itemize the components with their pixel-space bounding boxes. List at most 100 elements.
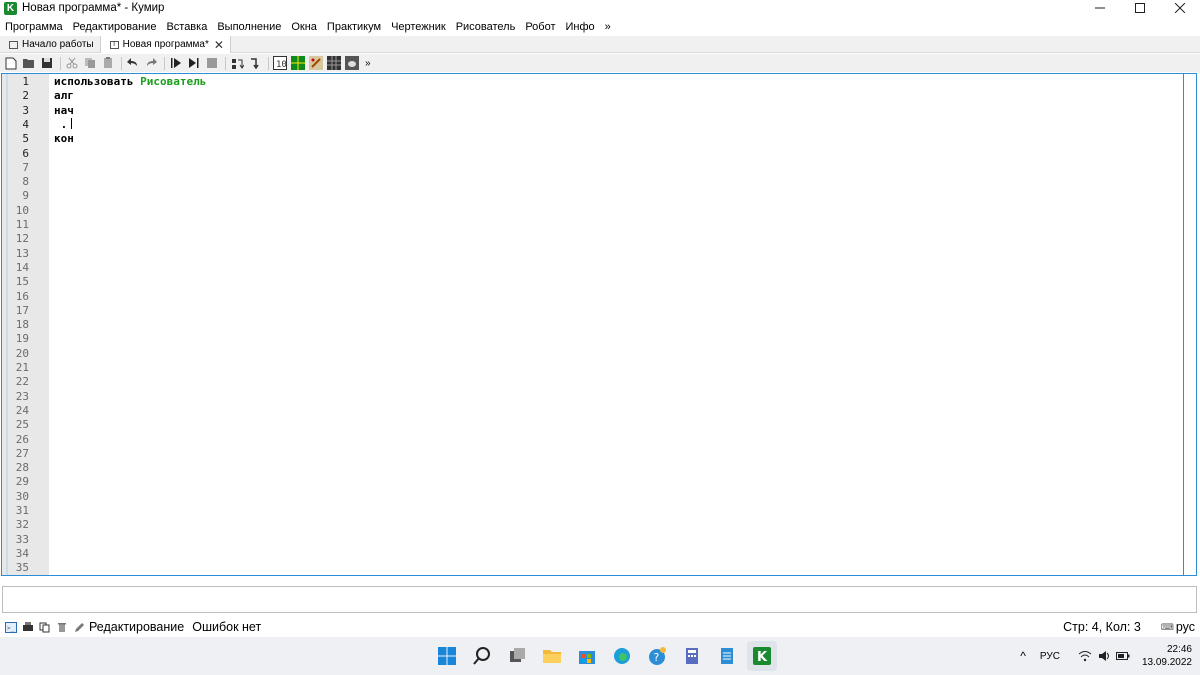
help-app-button[interactable]: ? [642,641,672,671]
output-clear-button[interactable] [56,621,68,633]
tab-start[interactable]: Начало работы [0,36,100,53]
kumir-icon: K [753,647,771,665]
turtle-window-button[interactable] [345,56,359,70]
taskbar-clock[interactable]: 22:46 13.09.2022 [1142,643,1192,669]
menu-edit[interactable]: Редактирование [73,21,157,33]
keyword-use: использовать [54,75,134,88]
toolbar-separator [164,56,165,70]
terminal-button[interactable]: >_ [5,621,17,633]
notepad-icon [721,648,733,664]
save-button[interactable] [40,56,54,70]
line-number: 16 [15,289,29,303]
copy-icon [85,58,95,68]
minimize-button[interactable] [1080,0,1120,16]
stop-icon [207,58,217,68]
input-language[interactable]: РУС [1040,651,1060,662]
line-number: 35 [15,561,29,575]
menu-program[interactable]: Программа [5,21,63,33]
run-button[interactable] [169,56,183,70]
chevron-up-icon[interactable]: ^ [1020,649,1026,663]
tab-bar: Начало работы I Новая программа* ✕ [0,36,1200,53]
edge-button[interactable] [607,641,637,671]
line-number: 13 [15,246,29,260]
stop-button[interactable] [205,56,219,70]
menu-practicum[interactable]: Практикум [327,21,381,33]
new-file-button[interactable] [4,56,18,70]
maximize-icon [1135,3,1145,13]
undo-button[interactable] [126,56,140,70]
svg-text:K: K [757,650,768,665]
play-step-icon [189,58,199,68]
svg-text:10: 10 [276,60,287,70]
code-line-5[interactable]: кон [54,132,74,145]
step-into-icon [250,57,259,69]
menu-run[interactable]: Выполнение [217,21,281,33]
keyword-begin: нач [54,103,74,117]
line-number: 29 [15,475,29,489]
edit-mode-button[interactable] [73,621,85,633]
robot-window-button[interactable] [291,56,305,70]
search-button[interactable] [467,641,497,671]
paste-button[interactable] [101,56,115,70]
run-step-button[interactable] [187,56,201,70]
file-explorer-button[interactable] [537,641,567,671]
start-button[interactable] [432,641,462,671]
calculator-button[interactable] [677,641,707,671]
tab-new-program[interactable]: I Новая программа* ✕ [99,36,231,53]
code-line-2[interactable]: алг [54,89,74,102]
code-line-4[interactable]: . [54,117,73,131]
close-window-button[interactable] [1160,0,1200,16]
task-view-icon [510,648,525,662]
menu-insert[interactable]: Вставка [166,21,207,33]
output-copy-button[interactable] [39,621,51,633]
line-number: 9 [22,189,29,203]
tab-start-label: Начало работы [22,39,94,50]
output-save-button[interactable] [22,621,34,633]
toolbar-separator [268,56,269,70]
step-over-button[interactable] [230,56,244,70]
open-file-button[interactable] [22,56,36,70]
program-file-icon: I [109,40,119,49]
code-line-3[interactable]: нач [54,104,74,117]
volume-icon[interactable] [1098,650,1110,662]
redo-icon [147,58,157,66]
menu-windows[interactable]: Окна [291,21,317,33]
painter-window-button[interactable] [309,56,323,70]
menu-more[interactable]: » [605,21,611,33]
toolbar-separator [121,56,122,70]
code-line-1[interactable]: использовать Рисователь [54,75,206,88]
cut-button[interactable] [65,56,79,70]
tab-new-program-label: Новая программа* [122,39,209,50]
line-number: 3 [22,103,29,117]
store-button[interactable] [572,641,602,671]
wifi-icon[interactable] [1078,650,1092,662]
variables-window-button[interactable]: 10 [273,56,287,70]
menu-robot[interactable]: Робот [525,21,555,33]
kumir-taskbar-button[interactable]: K [747,641,777,671]
keyword-end: кон [54,132,74,146]
editor-mode-status: Редактирование [89,620,185,634]
task-view-button[interactable] [502,641,532,671]
step-into-button[interactable] [248,56,262,70]
draftsman-window-button[interactable] [327,56,341,70]
menu-painter[interactable]: Рисователь [456,21,516,33]
toolbar-more-button[interactable]: » [365,58,371,69]
maximize-button[interactable] [1120,0,1160,16]
title-bar: K Новая программа* - Кумир [0,0,1200,16]
tab-close-icon[interactable]: ✕ [214,38,224,52]
redo-button[interactable] [144,56,158,70]
scissors-icon [66,57,78,69]
code-editor[interactable]: 1 2 3 4 5 6 7 8 9 10 11 12 13 14 15 16 17 18 19 20 21 22 23 24 2… [1,73,1197,576]
kumir-app-icon: K [4,1,17,15]
turtle-icon [345,56,359,70]
toolbar-separator [60,56,61,70]
line-number: 4 [22,117,29,131]
menu-draftsman[interactable]: Чертежник [391,21,446,33]
battery-icon[interactable] [1115,651,1130,661]
save-icon [42,58,52,68]
copy-button[interactable] [83,56,97,70]
windows-taskbar: ? K ^ РУС 22:46 13.09.2022 [0,637,1200,675]
menu-info[interactable]: Инфо [566,21,595,33]
output-console[interactable] [2,586,1197,613]
notepad-button[interactable] [712,641,742,671]
